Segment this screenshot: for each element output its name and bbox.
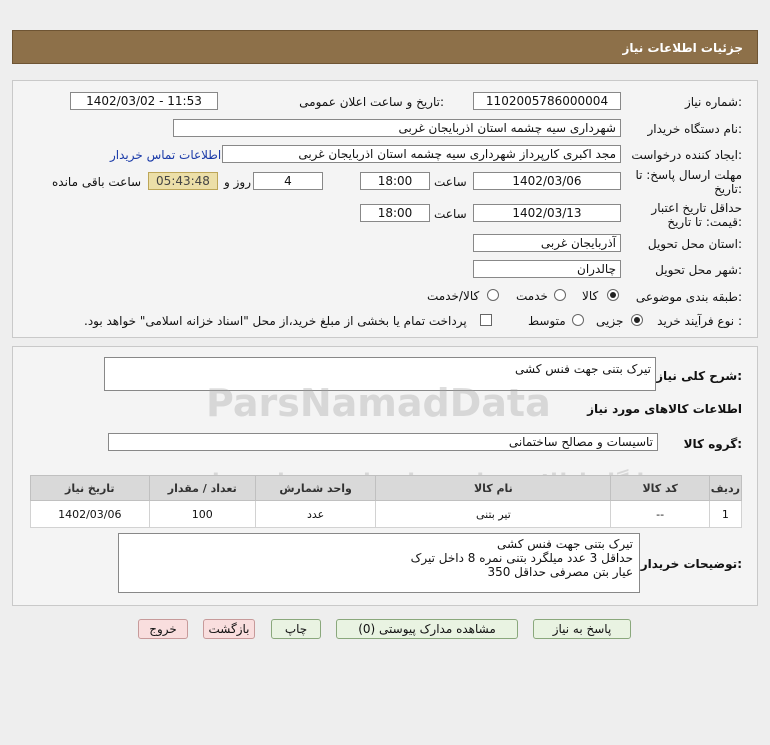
cell-code: -- — [610, 500, 710, 528]
category-option-service: خدمت — [516, 289, 548, 303]
process-option-minor: جزیی — [596, 314, 624, 328]
category-option-goods: کالا — [582, 289, 599, 303]
process-radio-minor[interactable] — [631, 314, 643, 326]
need-number-label: شماره نیاز: — [684, 95, 742, 109]
cell-row: 1 — [708, 500, 743, 528]
buyer-org-label: نام دستگاه خریدار: — [647, 122, 743, 136]
col-unit: واحد شمارش — [254, 475, 377, 501]
buyer-notes-field: تیرک بتنی جهت فنس کشی حداقل 3 عدد میلگرد… — [118, 533, 640, 593]
category-radio-service[interactable] — [554, 289, 566, 301]
buyer-notes-line: عیار بتن مصرفی حداقل 350 — [487, 565, 633, 579]
process-radio-medium[interactable] — [572, 314, 584, 326]
cell-date: 1402/03/06 — [30, 500, 150, 528]
col-date: تاریخ نیاز — [30, 475, 150, 501]
buyer-notes-line: حداقل 3 عدد میلگرد بتنی نمره 8 داخل تیرک — [410, 551, 633, 565]
deadline-days-field: 4 — [253, 172, 323, 190]
page-header: جزئیات اطلاعات نیاز — [12, 30, 758, 64]
announce-datetime-label: تاریخ و ساعت اعلان عمومی: — [299, 95, 444, 109]
deadline-time-field: 18:00 — [360, 172, 430, 190]
cell-name: تیر بتنی — [375, 500, 612, 528]
summary-field: تیرک بتنی جهت فنس کشی — [104, 357, 656, 391]
province-label: استان محل تحویل: — [647, 237, 742, 251]
back-button[interactable]: بازگشت — [203, 619, 255, 639]
province-field: آذربایجان غربی — [473, 234, 621, 252]
col-code: کد کالا — [610, 475, 710, 501]
category-radio-goods-service[interactable] — [487, 289, 499, 301]
treasury-checkbox[interactable] — [480, 314, 492, 326]
requester-label: ایجاد کننده درخواست: — [631, 148, 742, 162]
print-button[interactable]: چاپ — [271, 619, 321, 639]
col-row: ردیف — [708, 475, 743, 501]
page-title: جزئیات اطلاعات نیاز — [622, 41, 743, 55]
col-qty: تعداد / مقدار — [148, 475, 256, 501]
category-option-goods-service: کالا/خدمت — [427, 289, 480, 303]
deadline-date-field: 1402/03/06 — [473, 172, 621, 190]
table-row: 1 -- تیر بتنی عدد 100 1402/03/06 — [30, 500, 743, 528]
attachments-button[interactable]: مشاهده مدارک پیوستی (0) — [336, 619, 518, 639]
deadline-time-label: ساعت — [434, 175, 467, 189]
buyer-notes-label: توضیحات خریدار: — [640, 557, 742, 571]
validity-time-label: ساعت — [434, 207, 467, 221]
deadline-label-line2: تاریخ: — [714, 182, 742, 196]
city-label: شهر محل تحویل: — [655, 263, 742, 277]
exit-button[interactable]: خروج — [138, 619, 188, 639]
requester-field: مجد اکبری کارپرداز شهرداری سیه چشمه استا… — [222, 145, 621, 163]
remaining-time-field: 05:43:48 — [148, 172, 218, 190]
remaining-time-label: ساعت باقی مانده — [52, 175, 142, 189]
process-label: نوع فرآیند خرید : — [657, 314, 742, 328]
announce-datetime-field: 1402/03/02 - 11:53 — [70, 92, 218, 110]
validity-label-line1: حداقل تاریخ اعتبار — [651, 201, 742, 215]
reply-button[interactable]: پاسخ به نیاز — [533, 619, 631, 639]
validity-label-line2: قیمت: تا تاریخ: — [667, 215, 742, 229]
validity-date-field: 1402/03/13 — [473, 204, 621, 222]
buyer-org-field: شهرداری سیه چشمه استان اذربایجان غربی — [173, 119, 621, 137]
buyer-notes-line: تیرک بتنی جهت فنس کشی — [497, 537, 633, 551]
summary-label: شرح کلی نیاز: — [656, 369, 742, 383]
category-radio-goods[interactable] — [607, 289, 619, 301]
cell-unit: عدد — [254, 500, 377, 528]
deadline-days-label: روز و — [224, 175, 251, 189]
goods-table: ردیف کد کالا نام کالا واحد شمارش تعداد /… — [30, 475, 743, 528]
category-label: طبقه بندی موضوعی: — [635, 290, 742, 304]
table-header-row: ردیف کد کالا نام کالا واحد شمارش تعداد /… — [30, 475, 743, 501]
deadline-label-line1: مهلت ارسال پاسخ: تا — [635, 168, 742, 182]
process-option-medium: متوسط — [528, 314, 566, 328]
cell-qty: 100 — [148, 500, 256, 528]
treasury-note: پرداخت تمام یا بخشی از مبلغ خرید،از محل … — [84, 314, 467, 328]
buyer-contact-link[interactable]: اطلاعات تماس خریدار — [110, 148, 221, 162]
validity-time-field: 18:00 — [360, 204, 430, 222]
goods-group-field: تاسیسات و مصالح ساختمانی — [108, 433, 658, 451]
goods-group-label: گروه کالا: — [683, 437, 742, 451]
need-number-field: 1102005786000004 — [473, 92, 621, 110]
col-name: نام کالا — [375, 475, 612, 501]
goods-section-title: اطلاعات کالاهای مورد نیاز — [587, 402, 742, 416]
city-field: چالدران — [473, 260, 621, 278]
